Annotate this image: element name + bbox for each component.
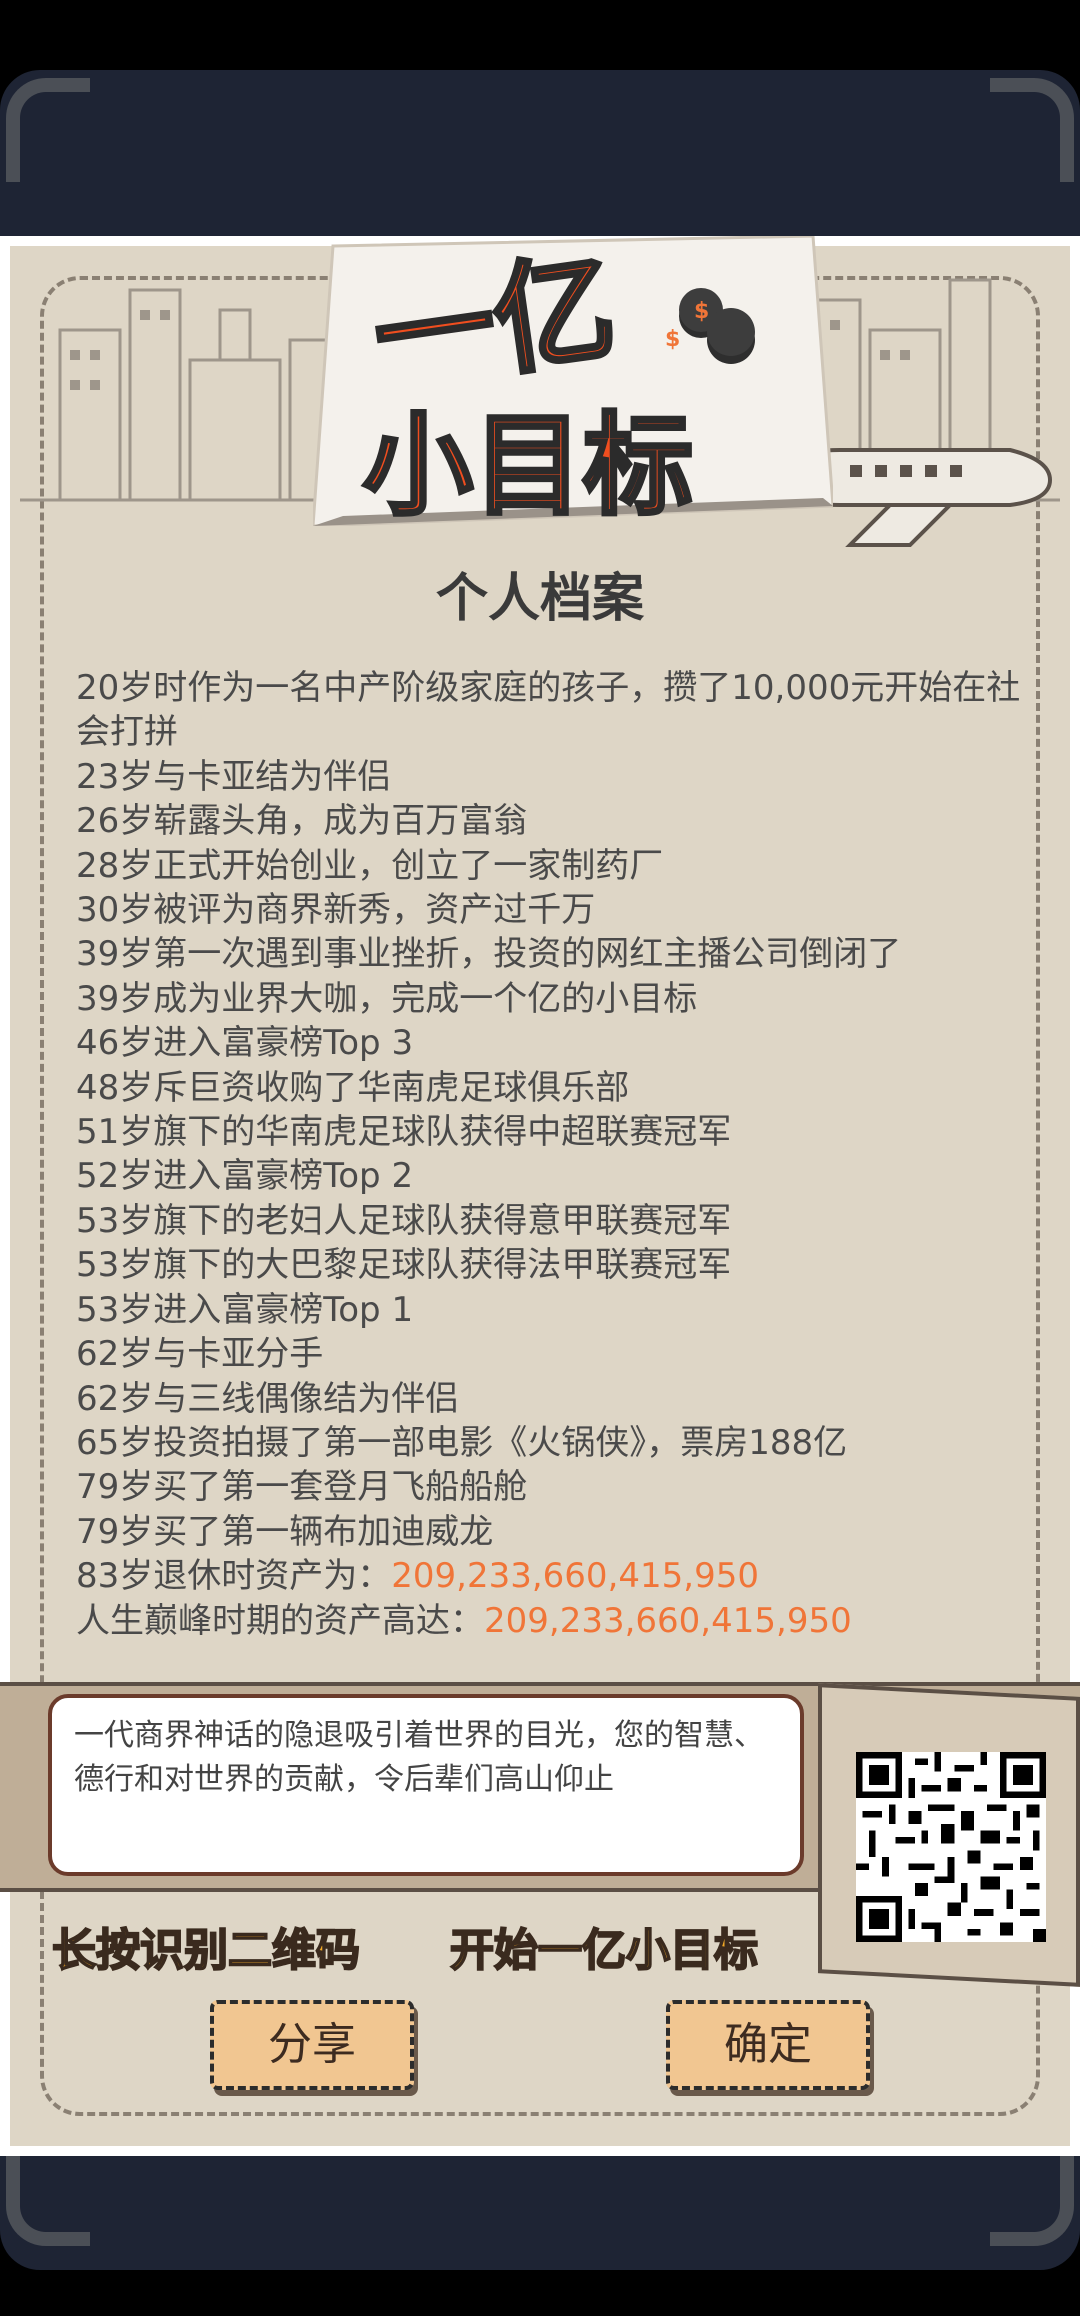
svg-text:$: $ <box>694 299 709 324</box>
history-item: 65岁投资拍摄了第一部电影《火锅侠》，票房188亿 <box>76 1422 848 1463</box>
svg-text:$: $ <box>665 327 680 352</box>
peak-assets-line: 人生巅峰时期的资产高达：209,233,660,415,950 <box>76 1599 1036 1643</box>
history-item: 26岁崭露头角，成为百万富翁 <box>76 801 528 842</box>
history-item: 53岁旗下的老妇人足球队获得意甲联赛冠军 <box>76 1200 732 1241</box>
retirement-assets-value: 209,233,660,415,950 <box>391 1556 759 1597</box>
history-item: 20岁时作为一名中产阶级家庭的孩子，攒了10,000元开始在社会打拼 <box>76 668 1021 753</box>
history-item: 39岁第一次遇到事业挫折，投资的网红主播公司倒闭了 <box>76 934 902 975</box>
corner-bracket-top-left <box>6 78 90 182</box>
history-item: 28岁正式开始创业，创立了一家制药厂 <box>76 845 664 886</box>
game-logo: $ $ 一亿 小目标 <box>311 234 835 532</box>
corner-bracket-bottom-left <box>6 2142 90 2246</box>
page-title: 个人档案 <box>435 569 644 629</box>
history-item: 51岁旗下的华南虎足球队获得中超联赛冠军 <box>76 1112 732 1153</box>
history-item: 62岁与卡亚分手 <box>76 1334 324 1375</box>
life-history-list: 20岁时作为一名中产阶级家庭的孩子，攒了10,000元开始在社会打拼 23岁与卡… <box>76 666 1036 1643</box>
epitaph-bubble: 一代商界神话的隐退吸引着世界的目光，您的智慧、德行和对世界的贡献，令后辈们高山仰… <box>48 1694 804 1876</box>
logo-bottom-line: 小目标 <box>361 400 695 532</box>
peak-assets-label: 人生巅峰时期的资产高达： <box>76 1600 484 1641</box>
qr-code-icon[interactable] <box>856 1752 1046 1942</box>
history-item: 30岁被评为商界新秀，资产过千万 <box>76 890 596 931</box>
history-item: 48岁斥巨资收购了华南虎足球俱乐部 <box>76 1067 630 1108</box>
history-item: 23岁与卡亚结为伴侣 <box>76 756 392 797</box>
corner-bracket-bottom-right <box>990 2142 1074 2246</box>
history-item: 62岁与三线偶像结为伴侣 <box>76 1378 460 1419</box>
history-item: 53岁旗下的大巴黎足球队获得法甲联赛冠军 <box>76 1245 732 1286</box>
confirm-button[interactable]: 确定 <box>666 2000 870 2090</box>
history-item: 79岁买了第一辆布加迪威龙 <box>76 1511 494 1552</box>
history-item: 79岁买了第一套登月飞船船舱 <box>76 1467 528 1508</box>
history-item: 52岁进入富豪榜Top 2 <box>76 1156 414 1197</box>
start-game-hint: 开始一亿小目标 <box>449 1924 759 1977</box>
corner-bracket-top-right <box>990 78 1074 182</box>
history-item: 46岁进入富豪榜Top 3 <box>76 1023 414 1064</box>
share-button[interactable]: 分享 <box>210 2000 414 2090</box>
retirement-assets-line: 83岁退休时资产为：209,233,660,415,950 <box>76 1554 1036 1598</box>
retirement-assets-label: 83岁退休时资产为： <box>76 1556 392 1597</box>
history-item: 39岁成为业界大咖，完成一个亿的小目标 <box>76 978 698 1019</box>
history-item: 53岁进入富豪榜Top 1 <box>76 1289 414 1330</box>
peak-assets-value: 209,233,660,415,950 <box>484 1600 852 1641</box>
qr-scan-hint: 长按识别二维码 <box>51 1924 361 1977</box>
